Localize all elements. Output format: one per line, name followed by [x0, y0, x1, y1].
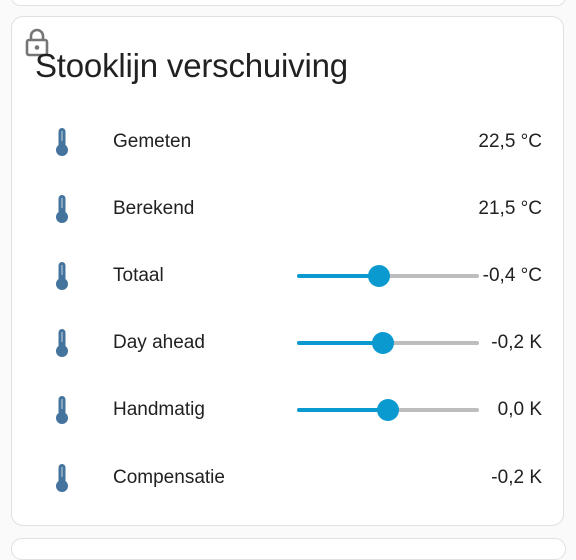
entity-label: Berekend [113, 198, 195, 219]
day-ahead-slider[interactable] [297, 332, 479, 354]
previous-card-edge [11, 0, 566, 6]
entities-card: Stooklijn verschuiving Gemeten 22,5 °C B… [11, 16, 564, 526]
entity-row-handmatig[interactable]: Handmatig 0,0 K [12, 389, 565, 429]
entity-label: Compensatie [113, 467, 225, 488]
handmatig-slider[interactable] [297, 399, 479, 421]
entity-label: Day ahead [113, 332, 205, 353]
thermometer-icon [56, 195, 68, 223]
slider-fill [297, 274, 379, 278]
card-title: Stooklijn verschuiving [35, 47, 348, 84]
entity-value: 21,5 °C [478, 198, 542, 219]
entity-label: Handmatig [113, 399, 205, 420]
thermometer-icon [56, 262, 68, 290]
slider-knob[interactable] [371, 332, 394, 354]
slider-fill [297, 408, 388, 412]
slider-fill [297, 341, 383, 345]
entity-value: 22,5 °C [478, 131, 542, 152]
entity-value: 0,0 K [497, 399, 542, 420]
entity-row-compensatie[interactable]: Compensatie -0,2 K [12, 457, 565, 497]
entity-label: Gemeten [113, 131, 192, 152]
entity-value: -0,2 K [491, 467, 542, 488]
thermometer-icon [56, 464, 68, 492]
entity-row-day-ahead[interactable]: Day ahead -0,2 K [12, 322, 565, 362]
slider-knob[interactable] [367, 265, 390, 287]
entity-value: -0,2 K [491, 332, 542, 353]
next-card-edge [11, 538, 566, 560]
entity-row-berekend[interactable]: Berekend 21,5 °C [12, 188, 565, 228]
entity-row-gemeten[interactable]: Gemeten 22,5 °C [12, 121, 565, 161]
thermometer-icon [56, 396, 68, 424]
entity-label: Totaal [113, 265, 164, 286]
entity-value: -0,4 °C [482, 265, 542, 286]
slider-knob[interactable] [377, 399, 399, 421]
entity-row-totaal[interactable]: Totaal -0,4 °C [12, 255, 565, 295]
totaal-slider[interactable] [297, 265, 479, 287]
thermometer-icon [56, 329, 68, 357]
thermometer-icon [56, 128, 68, 156]
